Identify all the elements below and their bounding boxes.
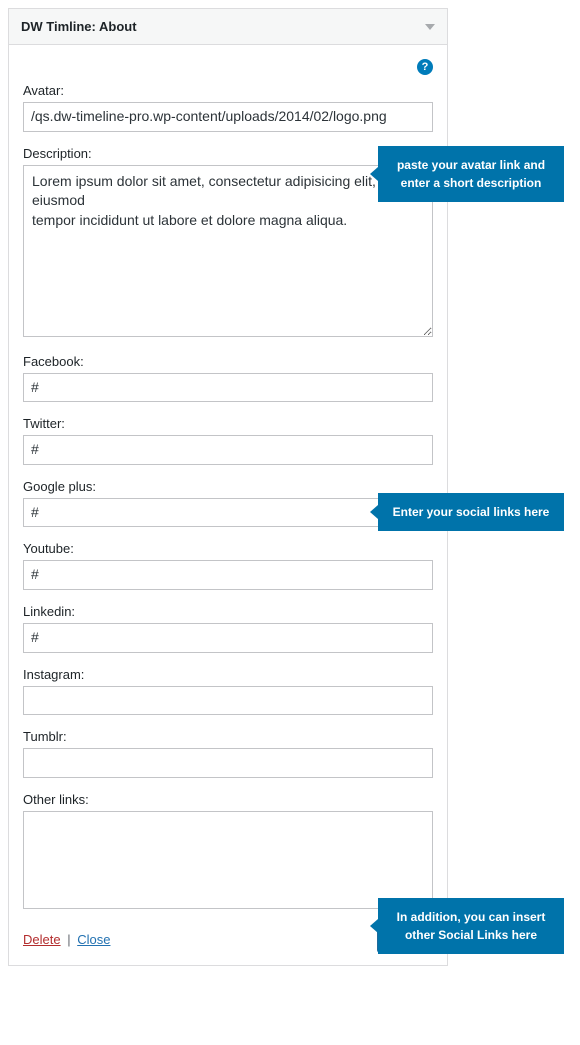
twitter-label: Twitter:	[23, 416, 433, 431]
field-tumblr: Tumblr:	[23, 729, 433, 778]
avatar-label: Avatar:	[23, 83, 433, 98]
facebook-label: Facebook:	[23, 354, 433, 369]
field-facebook: Facebook:	[23, 354, 433, 403]
close-link[interactable]: Close	[77, 932, 110, 947]
youtube-label: Youtube:	[23, 541, 433, 556]
callout-avatar-hint: paste your avatar link and enter a short…	[378, 146, 564, 202]
facebook-input[interactable]	[23, 373, 433, 403]
field-otherlinks: Other links:	[23, 792, 433, 912]
callout-other-hint: In addition, you can insert other Social…	[378, 898, 564, 954]
instagram-label: Instagram:	[23, 667, 433, 682]
widget-header[interactable]: DW Timline: About	[9, 9, 447, 45]
description-label: Description:	[23, 146, 433, 161]
field-youtube: Youtube:	[23, 541, 433, 590]
separator: |	[67, 932, 70, 947]
tumblr-input[interactable]	[23, 748, 433, 778]
field-googleplus: Google plus:	[23, 479, 433, 528]
instagram-input[interactable]	[23, 686, 433, 716]
delete-link[interactable]: Delete	[23, 932, 61, 947]
avatar-input[interactable]	[23, 102, 433, 132]
field-twitter: Twitter:	[23, 416, 433, 465]
callout-social-hint: Enter your social links here	[378, 493, 564, 531]
twitter-input[interactable]	[23, 435, 433, 465]
widget-title: DW Timline: About	[21, 19, 137, 34]
googleplus-label: Google plus:	[23, 479, 433, 494]
field-avatar: Avatar:	[23, 83, 433, 132]
otherlinks-label: Other links:	[23, 792, 433, 807]
youtube-input[interactable]	[23, 560, 433, 590]
chevron-down-icon	[425, 24, 435, 30]
otherlinks-textarea[interactable]	[23, 811, 433, 909]
field-linkedin: Linkedin:	[23, 604, 433, 653]
linkedin-label: Linkedin:	[23, 604, 433, 619]
description-textarea[interactable]	[23, 165, 433, 337]
help-icon[interactable]: ?	[417, 59, 433, 75]
tumblr-label: Tumblr:	[23, 729, 433, 744]
linkedin-input[interactable]	[23, 623, 433, 653]
field-instagram: Instagram:	[23, 667, 433, 716]
footer-links: Delete | Close	[23, 932, 110, 947]
